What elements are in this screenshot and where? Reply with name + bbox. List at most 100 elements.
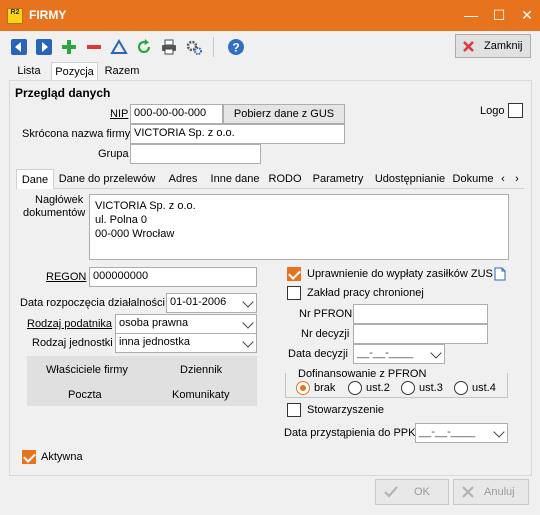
protected-label: Zakład pracy chronionej — [307, 287, 424, 299]
decision-nr-label: Nr decyzji — [301, 328, 350, 340]
detail-tabs: Dane Dane do przelewów Adres Inne dane R… — [16, 169, 524, 189]
toolbar-separator — [213, 37, 214, 57]
chevron-down-icon — [493, 426, 505, 438]
previous-icon[interactable] — [10, 38, 28, 56]
tab-rodo[interactable]: RODO — [268, 169, 302, 189]
cancel-label: Anuluj — [484, 486, 515, 498]
help-icon[interactable]: ? — [227, 38, 245, 56]
chevron-down-icon — [242, 296, 254, 308]
start-date-input[interactable]: 01-01-2006 — [166, 293, 257, 313]
headers-line: 00-000 Wrocław — [95, 228, 175, 240]
regon-label: REGON — [46, 271, 87, 283]
decision-date-label: Data decyzji — [288, 348, 348, 360]
short-name-input[interactable]: VICTORIA Sp. z o.o. — [130, 124, 345, 144]
add-icon[interactable] — [60, 38, 78, 56]
check-icon — [384, 486, 398, 498]
app-logo: R2 — [7, 8, 23, 24]
tab-udostepnianie[interactable]: Udostępnianie — [373, 169, 447, 189]
start-date-label: Data rozpoczęcia działalności — [20, 297, 165, 309]
tabs-scroll-left-icon[interactable]: ‹ — [496, 169, 510, 189]
ppk-date-label: Data przystąpienia do PPK — [284, 427, 416, 439]
tab-adres[interactable]: Adres — [166, 169, 200, 189]
decision-date-input[interactable]: __-__-____ — [353, 344, 445, 364]
headers-label-2: dokumentów — [23, 207, 86, 219]
tab-parametry[interactable]: Parametry — [310, 169, 366, 189]
taxpayer-type-label: Rodzaj podatnika — [27, 318, 113, 330]
nip-label: NIP — [110, 108, 129, 120]
tab-pozycja[interactable]: Pozycja — [51, 62, 98, 80]
zus-label: Uprawnienie do wypłaty zasiłków ZUS — [307, 268, 493, 280]
svg-text:?: ? — [232, 41, 239, 55]
title-bar: R2 FIRMY — ☐ ✕ — [0, 0, 540, 31]
short-name-label: Skrócona nazwa firmy — [22, 128, 131, 140]
cancel-button[interactable]: Anuluj — [453, 479, 529, 505]
association-checkbox[interactable] — [287, 403, 301, 417]
tab-lista[interactable]: Lista — [9, 62, 49, 80]
group-label: Grupa — [98, 148, 129, 160]
logo-box[interactable] — [508, 103, 523, 118]
radio-ust3[interactable] — [401, 381, 415, 395]
ppk-date-input[interactable]: __-__-____ — [415, 423, 508, 443]
protected-checkbox[interactable] — [287, 286, 301, 300]
close-x-icon — [463, 41, 474, 52]
ok-label: OK — [414, 486, 430, 498]
tab-dane[interactable]: Dane — [16, 169, 54, 189]
close-button[interactable]: Zamknij — [455, 34, 531, 58]
unit-type-label: Rodzaj jednostki — [32, 337, 113, 349]
delete-icon[interactable] — [85, 38, 103, 56]
radio-brak-label: brak — [314, 382, 336, 394]
headers-line: ul. Polna 0 — [95, 214, 147, 226]
decision-nr-input[interactable] — [353, 324, 488, 344]
radio-ust4[interactable] — [454, 381, 468, 395]
minimize-button[interactable]: — — [456, 4, 486, 26]
next-icon[interactable] — [35, 38, 53, 56]
radio-ust3-label: ust.3 — [419, 382, 443, 394]
active-checkbox[interactable] — [22, 450, 36, 464]
taxpayer-type-select[interactable]: osoba prawna — [115, 314, 257, 334]
main-tabs: Lista Pozycja Razem — [0, 62, 540, 80]
diary-button[interactable]: Dziennik — [180, 364, 222, 376]
association-label: Stowarzyszenie — [307, 404, 385, 416]
headers-textarea[interactable]: VICTORIA Sp. z o.o. ul. Polna 0 00-000 W… — [89, 194, 509, 260]
maximize-button[interactable]: ☐ — [484, 4, 514, 26]
logo-label: Logo — [480, 105, 505, 117]
print-icon[interactable] — [160, 38, 178, 56]
zus-checkbox[interactable] — [287, 267, 301, 281]
tab-razem[interactable]: Razem — [100, 62, 144, 80]
window-title: FIRMY — [29, 8, 67, 22]
pfron-nr-label: Nr PFRON — [299, 308, 353, 320]
radio-ust2-label: ust.2 — [366, 382, 390, 394]
unit-type-select[interactable]: inna jednostka — [115, 333, 257, 353]
headers-label-1: Nagłówek — [35, 194, 84, 206]
tab-dokumenty[interactable]: Dokume — [452, 169, 494, 189]
document-icon[interactable] — [494, 267, 506, 281]
tab-dane-do-przelewow[interactable]: Dane do przelewów — [58, 169, 156, 189]
chevron-down-icon — [242, 336, 254, 348]
pfron-funding-label: Dofinansowanie z PFRON — [298, 368, 427, 380]
edit-icon[interactable] — [110, 38, 128, 56]
pfron-nr-input[interactable] — [353, 304, 488, 324]
active-label: Aktywna — [41, 451, 83, 463]
refresh-icon[interactable] — [135, 38, 153, 56]
close-window-button[interactable]: ✕ — [512, 4, 540, 26]
group-input[interactable] — [130, 144, 261, 164]
owners-button[interactable]: Właściciele firmy — [46, 364, 128, 376]
radio-ust4-label: ust.4 — [472, 382, 496, 394]
chevron-down-icon — [242, 317, 254, 329]
headers-line: VICTORIA Sp. z o.o. — [95, 200, 196, 212]
tab-inne-dane[interactable]: Inne dane — [208, 169, 262, 189]
settings-icon[interactable] — [185, 38, 203, 56]
ok-button[interactable]: OK — [375, 479, 449, 505]
radio-brak[interactable] — [296, 381, 310, 395]
cancel-x-icon — [462, 486, 474, 498]
radio-ust2[interactable] — [348, 381, 362, 395]
gus-button[interactable]: Pobierz dane z GUS — [223, 104, 345, 124]
chevron-down-icon — [430, 347, 442, 359]
messages-button[interactable]: Komunikaty — [172, 389, 229, 401]
section-title: Przegląd danych — [15, 86, 111, 100]
regon-input[interactable]: 000000000 — [89, 267, 257, 287]
nip-input[interactable]: 000-00-00-000 — [130, 104, 223, 124]
close-button-label: Zamknij — [484, 40, 523, 52]
mail-button[interactable]: Poczta — [68, 389, 102, 401]
tabs-scroll-right-icon[interactable]: › — [510, 169, 524, 189]
